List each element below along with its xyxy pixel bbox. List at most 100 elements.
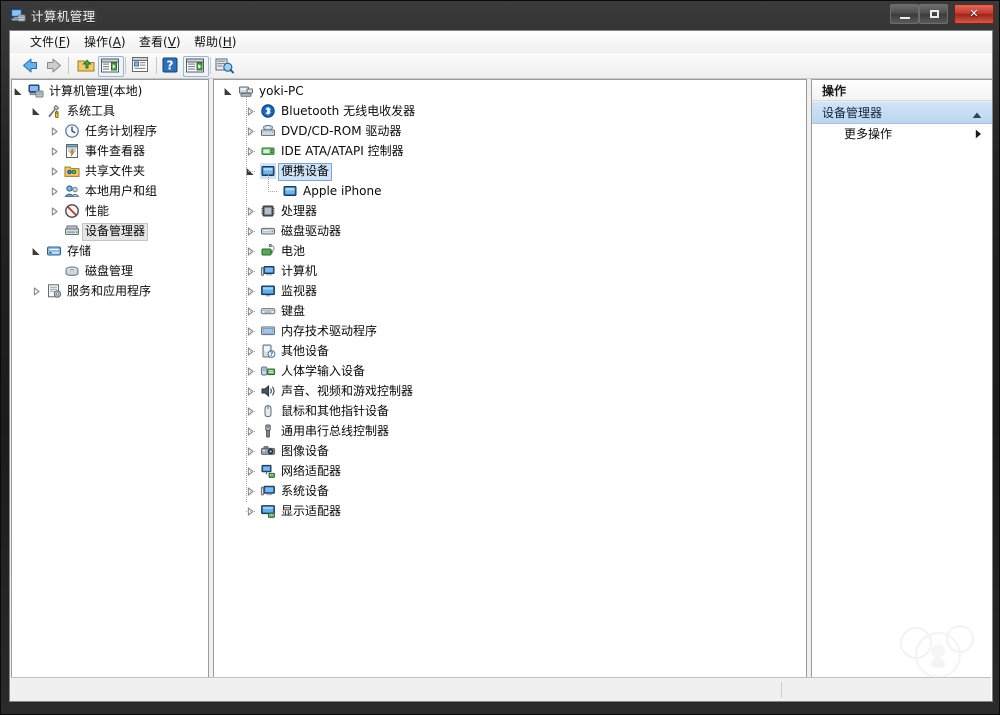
tree-node-label: 存储 [64,243,94,259]
computer-management-icon [10,7,26,23]
tree-node-device-3[interactable]: DVD/CD-ROM 驱动器 [214,121,806,141]
properties-icon[interactable] [129,56,153,75]
actions-section-label: 设备管理器 [822,104,882,121]
tree-connector-stub [246,211,255,212]
tree-node-device-16[interactable]: 声音、视频和游戏控制器 [214,381,806,401]
tree-node-device-10[interactable]: 计算机 [214,261,806,281]
tree-connector-stub [268,191,277,192]
tree-node-device-9[interactable]: 电池 [214,241,806,261]
menu-item-2[interactable]: 操作(A) [78,34,132,50]
tree-node-console-1[interactable]: 计算机管理(本地) [12,81,208,101]
tree-node-console-3[interactable]: 任务计划程序 [12,121,208,141]
menu-item-3[interactable]: 查看(V) [133,34,187,50]
tree-node-device-21[interactable]: 系统设备 [214,481,806,501]
title-bar[interactable]: 计算机管理 ✕ [1,1,1000,29]
services-apps-icon [46,283,62,299]
tree-node-console-2[interactable]: 系统工具 [12,101,208,121]
tree-node-console-9[interactable]: 存储 [12,241,208,261]
tree-node-device-5[interactable]: 便携设备 [214,161,806,181]
performance-icon [64,203,80,219]
tree-connector-stub [246,431,255,432]
tree-node-device-12[interactable]: 键盘 [214,301,806,321]
tree-node-label: 事件查看器 [82,143,148,159]
tree-node-device-11[interactable]: 监视器 [214,281,806,301]
window-title: 计算机管理 [31,6,96,25]
tree-node-label: 系统工具 [64,103,118,119]
tree-expand-arrow-icon[interactable] [224,87,233,96]
tree-node-device-4[interactable]: IDE ATA/ATAPI 控制器 [214,141,806,161]
monitor-icon [260,283,276,299]
tree-collapse-arrow-icon[interactable] [50,147,59,156]
tree-connector-line [268,173,269,191]
tree-node-console-8[interactable]: 设备管理器 [12,221,208,241]
tree-node-device-8[interactable]: 磁盘驱动器 [214,221,806,241]
close-button[interactable]: ✕ [954,4,994,24]
tree-node-console-10[interactable]: 磁盘管理 [12,261,208,281]
tree-node-device-1[interactable]: yoki-PC [214,81,806,101]
tree-node-device-6[interactable]: Apple iPhone [214,181,806,201]
tree-node-console-7[interactable]: 性能 [12,201,208,221]
maximize-button[interactable] [919,4,948,24]
tree-node-label: 计算机管理(本地) [46,83,145,99]
menu-item-4[interactable]: 帮助(H) [188,34,242,50]
export-list-icon[interactable] [214,56,236,75]
task-scheduler-icon [64,123,80,139]
forward-icon[interactable] [44,56,64,75]
tree-node-device-13[interactable]: 内存技术驱动程序 [214,321,806,341]
tree-connector-stub [246,151,255,152]
tree-node-console-4[interactable]: 事件查看器 [12,141,208,161]
tree-node-device-22[interactable]: 显示适配器 [214,501,806,521]
dvd-drive-icon [260,123,276,139]
tree-expand-arrow-icon[interactable] [14,87,23,96]
tree-connector-stub [246,511,255,512]
tree-node-device-20[interactable]: 网络适配器 [214,461,806,481]
back-icon[interactable] [20,56,40,75]
tree-node-console-11[interactable]: 服务和应用程序 [12,281,208,301]
tree-node-device-19[interactable]: 图像设备 [214,441,806,461]
up-folder-icon[interactable] [76,56,96,75]
tree-node-console-5[interactable]: 共享文件夹 [12,161,208,181]
tree-collapse-arrow-icon[interactable] [50,167,59,176]
tree-node-label: 键盘 [278,303,308,319]
tree-node-device-2[interactable]: Bluetooth 无线电收发器 [214,101,806,121]
system-device-icon [260,483,276,499]
maximize-icon [930,10,939,18]
tree-node-device-18[interactable]: 通用串行总线控制器 [214,421,806,441]
disk-drive-icon [260,223,276,239]
disk-management-icon [64,263,80,279]
tree-node-device-17[interactable]: 鼠标和其他指针设备 [214,401,806,421]
chevron-up-icon[interactable] [972,108,982,122]
tree-expand-arrow-icon[interactable] [32,247,41,256]
tree-collapse-arrow-icon[interactable] [50,207,59,216]
tree-collapse-arrow-icon[interactable] [50,127,59,136]
computer-management-window: 计算机管理 ✕ 文件(F)操作(A)查看(V)帮助(H) [0,0,1000,715]
tree-node-label: 服务和应用程序 [64,283,154,299]
show-tree-icon[interactable] [98,56,124,77]
chevron-right-icon[interactable] [975,128,982,142]
help-icon[interactable]: ? [160,56,180,75]
tree-connector-stub [246,391,255,392]
tree-node-label: 便携设备 [278,163,332,181]
tree-node-label: 图像设备 [278,443,332,459]
tree-connector-stub [246,231,255,232]
tree-collapse-arrow-icon[interactable] [50,187,59,196]
tree-node-device-15[interactable]: 人体学输入设备 [214,361,806,381]
storage-icon [46,243,62,259]
tree-node-label: 通用串行总线控制器 [278,423,392,439]
tree-node-device-14[interactable]: ?其他设备 [214,341,806,361]
action-item-1[interactable]: 更多操作 [812,123,992,143]
minimize-button[interactable] [890,4,919,24]
mouse-icon [260,403,276,419]
tree-collapse-arrow-icon[interactable] [32,287,41,296]
sound-icon [260,383,276,399]
tree-node-device-7[interactable]: 处理器 [214,201,806,221]
console-tree-pane[interactable]: 计算机管理(本地) 系统工具任务计划程序事件查看器共享文件夹本地用户和组性能设备管… [11,79,209,702]
tree-node-label: 处理器 [278,203,320,219]
device-manager-pane[interactable]: yoki-PCBluetooth 无线电收发器DVD/CD-ROM 驱动器IDE… [213,79,807,702]
show-action-pane-icon[interactable] [183,56,209,77]
tree-node-console-6[interactable]: 本地用户和组 [12,181,208,201]
tree-connector-stub [246,451,255,452]
actions-section-device-manager[interactable]: 设备管理器 [812,101,992,124]
tree-expand-arrow-icon[interactable] [32,107,41,116]
menu-item-1[interactable]: 文件(F) [24,34,76,50]
